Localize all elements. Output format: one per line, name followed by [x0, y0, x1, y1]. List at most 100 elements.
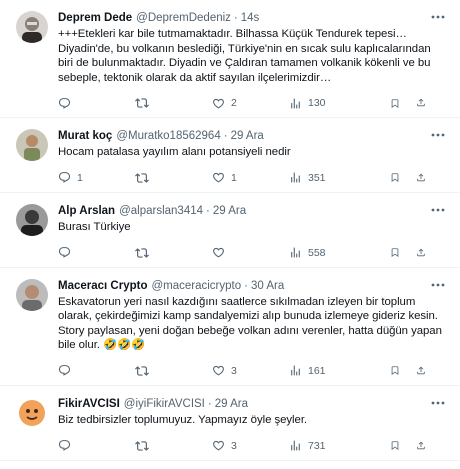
author-name[interactable]: FikirAVCISI [58, 397, 120, 411]
tweet-header: Deprem Dede @DepremDedeniz · 14s [58, 11, 446, 25]
retweet-button[interactable] [135, 439, 165, 453]
reply-button[interactable] [58, 97, 88, 110]
heart-icon [213, 173, 224, 183]
avatar[interactable] [16, 129, 48, 162]
bookmark-button[interactable] [390, 246, 406, 259]
timestamp[interactable]: 29 Ara [215, 397, 248, 411]
tweet-4[interactable]: Maceracı Crypto @maceracicrypto · 30 Ara… [0, 268, 460, 386]
share-button[interactable] [416, 96, 432, 109]
ellipsis-icon [431, 15, 445, 19]
retweet-icon [135, 247, 149, 258]
reply-feed: Deprem Dede @DepremDedeniz · 14s +++Etek… [0, 0, 460, 461]
separator-dot: · [206, 204, 210, 217]
tweet-content: Maceracı Crypto @maceracicrypto · 30 Ara… [58, 279, 446, 385]
tweet-header: Murat koç @Muratko18562964 · 29 Ara [58, 129, 446, 143]
author-handle[interactable]: @alparslan3414 [119, 204, 203, 218]
avatar-image [16, 203, 48, 236]
bookmark-button[interactable] [390, 97, 406, 110]
views-button[interactable]: 558 [289, 246, 343, 259]
share-button[interactable] [416, 364, 432, 377]
heart-icon [213, 98, 224, 109]
reply-icon [58, 365, 71, 377]
retweet-button[interactable] [135, 171, 165, 185]
views-button[interactable]: 130 [289, 97, 343, 110]
bookmark-button[interactable] [390, 439, 406, 452]
reply-button[interactable] [58, 439, 88, 452]
tweet-3[interactable]: Alp Arslan @alparslan3414 · 29 Ara Buras… [0, 193, 460, 268]
separator-dot: · [244, 279, 248, 292]
author-handle[interactable]: @iyiFikirAVCISI [124, 397, 205, 411]
view-count: 558 [308, 246, 326, 259]
avatar[interactable] [16, 11, 48, 43]
avatar-image [16, 278, 48, 311]
share-icon [417, 248, 425, 256]
tweet-2[interactable]: Murat koç @Muratko18562964 · 29 Ara Hoca… [0, 118, 460, 193]
tweet-text: Eskavatorun yeri nasıl kazdığını saatler… [58, 295, 442, 352]
reply-button[interactable] [58, 246, 88, 259]
author-handle[interactable]: @DepremDedeniz [136, 11, 231, 25]
like-button[interactable]: 3 [212, 364, 242, 377]
view-count: 130 [308, 97, 326, 110]
separator-dot: · [207, 397, 212, 410]
avatar[interactable] [16, 203, 48, 236]
timestamp[interactable]: 30 Ara [251, 279, 284, 293]
more-options-button[interactable] [428, 278, 448, 292]
tweet-actions: 3 161 [58, 357, 446, 385]
author-handle[interactable]: @maceracicrypto [151, 279, 241, 293]
author-name[interactable]: Murat koç [58, 129, 112, 143]
tweet-header: Alp Arslan @alparslan3414 · 29 Ara [58, 204, 446, 218]
ellipsis-icon [431, 283, 445, 286]
tweet-1[interactable]: Deprem Dede @DepremDedeniz · 14s +++Etek… [0, 0, 460, 119]
views-button[interactable]: 351 [289, 171, 343, 184]
reply-icon [58, 172, 71, 184]
author-name[interactable]: Maceracı Crypto [58, 279, 147, 293]
reply-button[interactable] [58, 364, 88, 377]
retweet-button[interactable] [135, 364, 165, 378]
like-button[interactable]: 2 [212, 97, 242, 110]
tweet-actions: 3 731 [58, 432, 446, 460]
retweet-icon [135, 98, 149, 109]
avatar-image [16, 129, 48, 162]
separator-dot: · [233, 12, 238, 24]
avatar[interactable] [16, 396, 48, 429]
timestamp[interactable]: 29 Ara [213, 204, 246, 218]
timestamp[interactable]: 29 Ara [231, 129, 264, 143]
heart-icon [213, 440, 224, 451]
reply-count: 1 [77, 171, 83, 184]
tweet-actions: 2 130 [58, 89, 446, 117]
views-button[interactable]: 731 [289, 439, 343, 452]
author-name[interactable]: Deprem Dede [58, 11, 132, 25]
like-button[interactable]: 1 [212, 171, 242, 184]
author-name[interactable]: Alp Arslan [58, 204, 115, 218]
bookmark-icon [391, 441, 399, 451]
share-button[interactable] [416, 171, 432, 184]
retweet-button[interactable] [135, 246, 165, 260]
avatar[interactable] [16, 278, 48, 311]
bookmark-button[interactable] [390, 364, 406, 377]
like-button[interactable]: 3 [212, 439, 242, 452]
more-options-button[interactable] [428, 396, 448, 410]
like-button[interactable] [212, 246, 242, 259]
reply-button[interactable]: 1 [58, 171, 88, 184]
analytics-icon [291, 247, 300, 258]
tweet-text: Biz tedbirsizler toplumuyuz. Yapmayız öy… [58, 413, 308, 426]
reply-icon [58, 440, 71, 451]
author-handle[interactable]: @Muratko18562964 [116, 129, 220, 143]
share-icon [417, 366, 425, 375]
more-options-button[interactable] [428, 203, 448, 217]
timestamp[interactable]: 14s [241, 11, 260, 25]
bookmark-button[interactable] [390, 171, 406, 184]
heart-icon [213, 247, 224, 258]
retweet-button[interactable] [135, 96, 165, 110]
like-count: 1 [231, 171, 237, 184]
like-count: 3 [231, 364, 237, 377]
tweet-content: FikirAVCISI @iyiFikirAVCISI · 29 Ara Biz… [58, 397, 446, 460]
more-options-button[interactable] [428, 128, 448, 142]
more-options-button[interactable] [428, 10, 448, 24]
analytics-icon [291, 366, 300, 376]
share-button[interactable] [416, 439, 432, 452]
views-button[interactable]: 161 [289, 364, 343, 377]
ellipsis-icon [431, 133, 445, 137]
share-button[interactable] [416, 246, 432, 259]
tweet-5[interactable]: FikirAVCISI @iyiFikirAVCISI · 29 Ara Biz… [0, 386, 460, 461]
